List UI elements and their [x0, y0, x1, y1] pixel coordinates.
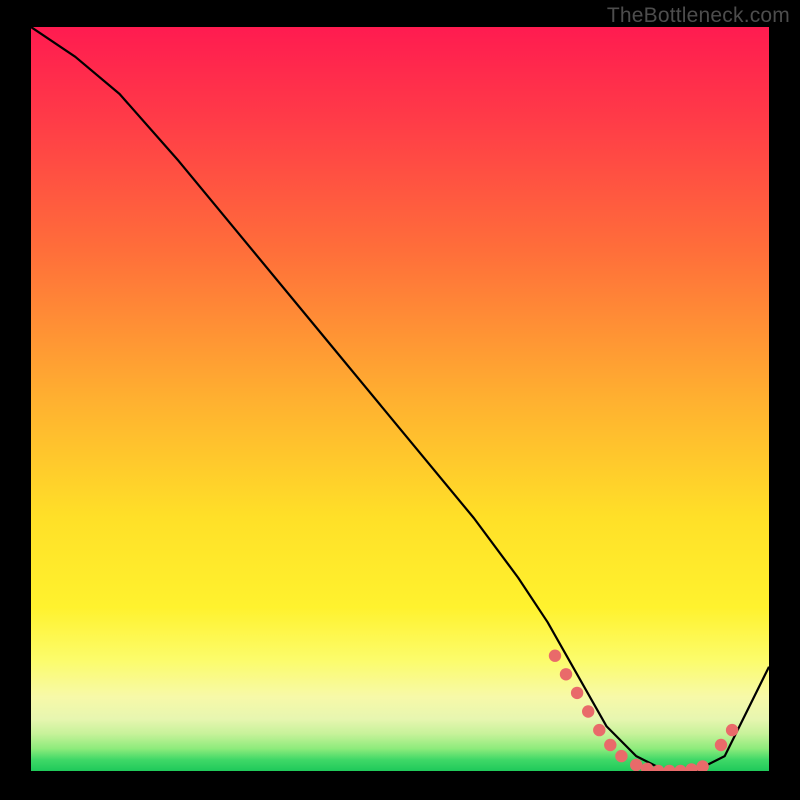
marker-dot — [593, 724, 605, 736]
watermark-text: TheBottleneck.com — [607, 4, 790, 28]
marker-dot — [630, 759, 642, 771]
marker-dot — [549, 650, 561, 662]
marker-dot — [615, 750, 627, 762]
plot-area — [31, 27, 769, 771]
marker-dot — [685, 763, 697, 771]
line-series — [31, 27, 769, 771]
marker-dot — [726, 724, 738, 736]
figure-container: TheBottleneck.com — [0, 0, 800, 800]
marker-dot — [696, 760, 708, 771]
marker-group — [549, 650, 739, 772]
marker-dot — [604, 739, 616, 751]
marker-dot — [715, 739, 727, 751]
marker-dot — [571, 687, 583, 699]
chart-svg — [31, 27, 769, 771]
marker-dot — [560, 668, 572, 680]
marker-dot — [663, 765, 675, 771]
marker-dot — [582, 705, 594, 717]
marker-dot — [674, 765, 686, 771]
